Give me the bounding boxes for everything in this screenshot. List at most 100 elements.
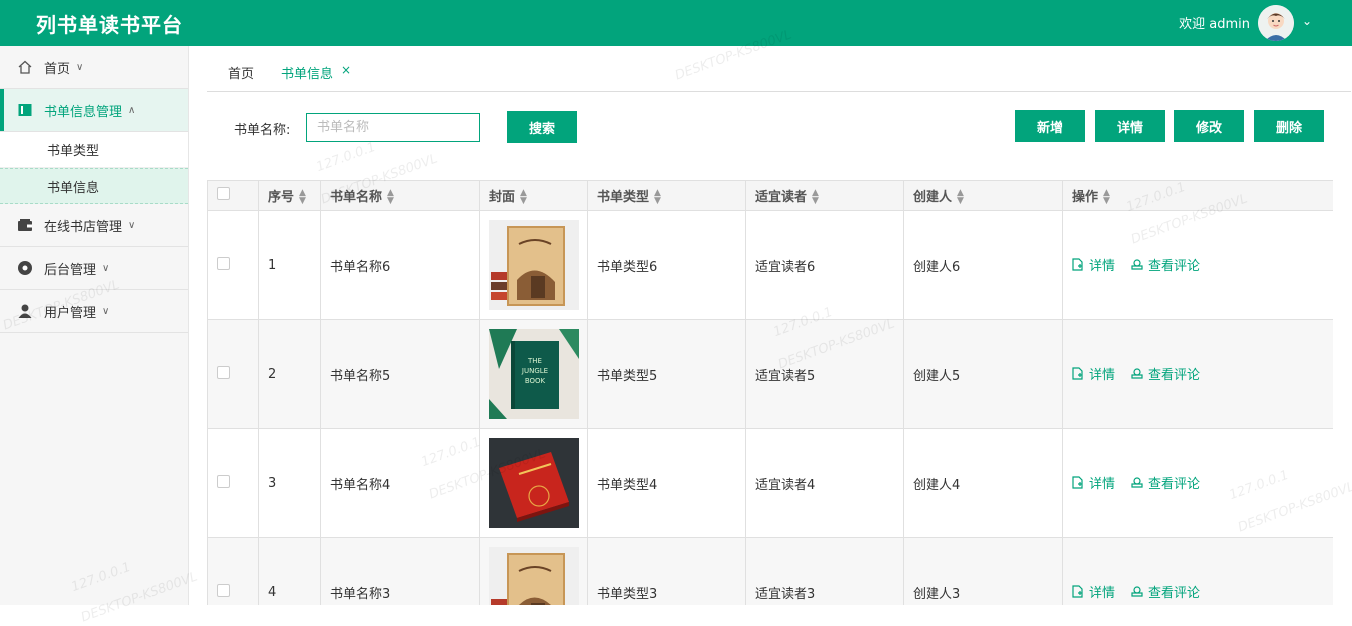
sidebar-item-label: 首页: [44, 61, 71, 77]
welcome-text: 欢迎 admin: [1179, 17, 1250, 32]
row-checkbox[interactable]: [217, 256, 230, 270]
row-checkbox[interactable]: [217, 365, 230, 379]
booklist-name-search-input[interactable]: [306, 113, 480, 142]
sort-icon[interactable]: ▲ ▼: [520, 189, 527, 206]
select-all-checkbox[interactable]: [217, 187, 230, 200]
cell-reader: 适宜读者5: [745, 319, 904, 429]
tab-booklist-info[interactable]: 书单信息 ×: [281, 63, 351, 82]
sort-icon[interactable]: ▲ ▼: [654, 189, 661, 206]
cell-cover: [479, 428, 588, 538]
svg-text:BOOK: BOOK: [525, 377, 546, 385]
user-icon: [18, 304, 32, 318]
cell-booklist-name: 书单名称4: [320, 428, 480, 538]
close-icon[interactable]: ×: [341, 63, 351, 77]
document-icon: [1072, 585, 1083, 598]
detail-button[interactable]: 详情: [1095, 110, 1165, 142]
cell-booklist-type: 书单类型6: [587, 210, 746, 320]
column-header[interactable]: 操作 ▲ ▼: [1062, 180, 1333, 211]
tab-label: 书单信息: [281, 67, 334, 82]
sort-icon[interactable]: ▲ ▼: [387, 189, 394, 206]
cell-index: 3: [258, 428, 321, 538]
tab-bar: 首页 书单信息 ×: [207, 46, 1351, 92]
sidebar-item-label: 书单信息管理: [44, 104, 123, 120]
book-icon: [18, 104, 32, 116]
search-button[interactable]: 搜索: [507, 111, 577, 143]
sidebar-subitem-booklist-info[interactable]: 书单信息: [0, 168, 188, 204]
select-all-cell: [207, 180, 259, 211]
cell-creator: 创建人4: [903, 428, 1063, 538]
cover-image: [489, 547, 579, 605]
row-detail-link[interactable]: 详情: [1072, 473, 1115, 492]
row-detail-link[interactable]: 详情: [1072, 255, 1115, 274]
column-header[interactable]: 适宜读者 ▲ ▼: [745, 180, 904, 211]
wallet-icon: [18, 219, 32, 231]
column-header[interactable]: 书单类型 ▲ ▼: [587, 180, 746, 211]
chevron-down-icon: ∨: [102, 305, 110, 317]
sidebar-item-booklist-management[interactable]: 书单信息管理 ∧: [0, 89, 188, 132]
table-row[interactable]: 1 书单名称6 书单类型6 适宜读者6 创建人6 详情 查看评论: [207, 210, 1333, 320]
chevron-down-icon: ∨: [76, 61, 84, 73]
chevron-down-icon[interactable]: ⌄: [1302, 14, 1312, 28]
row-view-comments-link[interactable]: 查看评论: [1131, 255, 1200, 274]
row-view-comments-link[interactable]: 查看评论: [1131, 473, 1200, 492]
column-header[interactable]: 创建人 ▲ ▼: [903, 180, 1063, 211]
cell-index: 4: [258, 537, 321, 605]
row-checkbox-cell: [207, 319, 259, 429]
row-checkbox-cell: [207, 537, 259, 605]
document-icon: [1072, 476, 1083, 489]
cell-cover: THE JUNGLE BOOK: [479, 319, 588, 429]
sidebar-subitem-booklist-type[interactable]: 书单类型: [0, 132, 188, 168]
sort-icon[interactable]: ▲ ▼: [812, 189, 819, 206]
cell-reader: 适宜读者6: [745, 210, 904, 320]
add-button[interactable]: 新增: [1015, 110, 1085, 142]
sidebar-item-home[interactable]: 首页 ∨: [0, 46, 188, 89]
sort-icon[interactable]: ▲ ▼: [299, 189, 306, 206]
table-row[interactable]: 3 书单名称4 书单类型4 适宜读者4 创建人4 详情 查看评论: [207, 428, 1333, 538]
column-header[interactable]: 序号 ▲ ▼: [258, 180, 321, 211]
cell-creator: 创建人6: [903, 210, 1063, 320]
sort-icon[interactable]: ▲ ▼: [957, 189, 964, 206]
row-view-comments-link[interactable]: 查看评论: [1131, 582, 1200, 601]
cell-creator: 创建人5: [903, 319, 1063, 429]
row-checkbox[interactable]: [217, 583, 230, 597]
row-checkbox-cell: [207, 210, 259, 320]
app-title: 列书单读书平台: [36, 13, 183, 37]
table-row[interactable]: 4 书单名称3 书单类型3 适宜读者3 创建人3 详情 查看评论: [207, 537, 1333, 605]
watermark: 127.0.0.1: [314, 139, 378, 176]
settings-icon: [18, 261, 32, 275]
cover-image: THE JUNGLE BOOK: [489, 329, 579, 419]
row-view-comments-link[interactable]: 查看评论: [1131, 364, 1200, 383]
chevron-up-icon: ∧: [128, 104, 136, 116]
cell-booklist-type: 书单类型4: [587, 428, 746, 538]
delete-button[interactable]: 删除: [1254, 110, 1324, 142]
column-header[interactable]: 书单名称 ▲ ▼: [320, 180, 480, 211]
data-table: 序号 ▲ ▼ 书单名称 ▲ ▼ 封面 ▲ ▼ 书单类型 ▲ ▼ 适宜读者 ▲ ▼ 创建人 ▲ ▼ 操作 ▲…: [207, 180, 1333, 605]
cell-booklist-name: 书单名称5: [320, 319, 480, 429]
table-row[interactable]: 2 书单名称5 THE JUNGLE BOOK 书单类型5 适宜读者5 创建人5 详情 查看评论: [207, 319, 1333, 429]
row-checkbox-cell: [207, 428, 259, 538]
sidebar-item-label: 用户管理: [44, 305, 97, 321]
sort-icon[interactable]: ▲ ▼: [1103, 189, 1110, 206]
row-detail-link[interactable]: 详情: [1072, 364, 1115, 383]
row-checkbox[interactable]: [217, 474, 230, 488]
cell-booklist-type: 书单类型5: [587, 319, 746, 429]
row-detail-link[interactable]: 详情: [1072, 582, 1115, 601]
chevron-down-icon: ∨: [128, 219, 136, 231]
column-header[interactable]: 封面 ▲ ▼: [479, 180, 588, 211]
cell-booklist-name: 书单名称6: [320, 210, 480, 320]
sidebar-item-backend[interactable]: 后台管理 ∨: [0, 247, 188, 290]
sidebar-item-label: 在线书店管理: [44, 219, 123, 235]
document-icon: [1072, 367, 1083, 380]
cell-index: 1: [258, 210, 321, 320]
top-header: 列书单读书平台 欢迎 admin ⌄: [0, 0, 1352, 46]
cover-image: [489, 220, 579, 310]
tab-home[interactable]: 首页: [228, 63, 254, 82]
sidebar: 首页 ∨ 书单信息管理 ∧ 书单类型 书单信息 在线书店管理 ∨ 后台管理 ∨: [0, 46, 189, 605]
cell-creator: 创建人3: [903, 537, 1063, 605]
home-icon: [18, 60, 32, 74]
sidebar-item-user[interactable]: 用户管理 ∨: [0, 290, 188, 333]
avatar[interactable]: [1258, 5, 1294, 41]
edit-button[interactable]: 修改: [1174, 110, 1244, 142]
search-label: 书单名称:: [234, 123, 291, 138]
sidebar-item-online-store[interactable]: 在线书店管理 ∨: [0, 204, 188, 247]
